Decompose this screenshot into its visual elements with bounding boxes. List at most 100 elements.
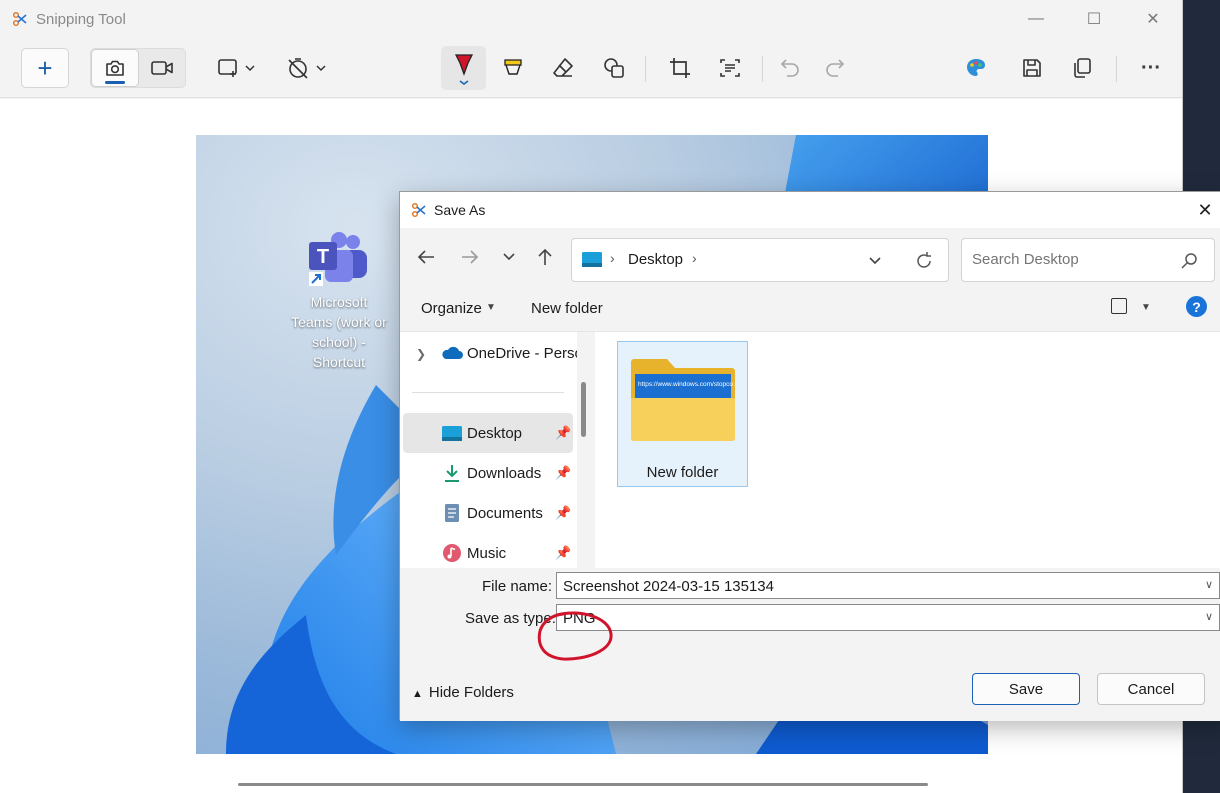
address-location[interactable]: Desktop <box>628 251 683 268</box>
paint-icon <box>967 59 985 76</box>
shapes-button[interactable] <box>594 48 634 88</box>
desktop-folder-icon <box>582 252 602 267</box>
desktop-shortcut-label[interactable]: Microsoft Teams (work or school) - Short… <box>289 292 389 372</box>
capture-mode-toggle <box>90 48 186 88</box>
screenshot-mode-button[interactable] <box>91 49 139 87</box>
help-button[interactable]: ? <box>1186 296 1207 317</box>
copy-icon <box>1074 58 1091 78</box>
ballpoint-pen-icon <box>454 54 473 85</box>
snip-shape-icon <box>218 59 255 77</box>
undo-button[interactable] <box>770 48 810 88</box>
search-input[interactable] <box>972 251 1172 268</box>
highlighter-icon <box>504 59 522 75</box>
chevron-up-icon: ▲ <box>412 688 423 700</box>
file-list: https://www.windows.com/stopco New folde… <box>595 332 1220 568</box>
dialog-footer: ▲ Hide Folders Save Cancel <box>400 648 1220 721</box>
more-options-button[interactable]: ··· <box>1130 48 1172 88</box>
new-folder-button[interactable]: New folder <box>531 300 603 317</box>
dialog-close-button[interactable]: ✕ <box>1190 196 1220 224</box>
desktop-folder-icon <box>441 422 463 444</box>
nav-item-music[interactable]: Music 📌 <box>403 533 573 568</box>
crop-button[interactable] <box>660 48 700 88</box>
dialog-title: Save As <box>434 202 486 218</box>
save-type-value[interactable]: PNG <box>563 610 596 627</box>
nav-item-documents[interactable]: Documents 📌 <box>403 493 573 533</box>
folder-icon: https://www.windows.com/stopco <box>631 359 735 441</box>
scrollbar-thumb[interactable] <box>581 382 586 437</box>
shapes-icon <box>604 58 624 78</box>
nav-item-label: Documents <box>467 504 543 522</box>
chevron-down-icon[interactable]: ∨ <box>1205 578 1213 591</box>
recent-locations-button[interactable] <box>494 242 524 272</box>
search-box[interactable] <box>961 238 1215 282</box>
crop-icon <box>670 58 690 78</box>
nav-item-desktop[interactable]: Desktop 📌 <box>403 413 573 453</box>
app-title: Snipping Tool <box>36 11 126 28</box>
svg-text:T: T <box>317 246 329 268</box>
file-name-value[interactable]: Screenshot 2024-03-15 135134 <box>563 578 774 595</box>
nav-pane-scrollbar[interactable] <box>577 332 595 568</box>
chevron-down-icon[interactable]: ∨ <box>1205 610 1213 623</box>
chevron-right-icon: › <box>610 250 615 266</box>
save-button[interactable] <box>1011 48 1053 88</box>
snipping-tool-icon <box>411 202 426 218</box>
maximize-button[interactable]: ☐ <box>1071 5 1117 33</box>
nav-item-label: Downloads <box>467 464 542 482</box>
caret-down-icon: ▼ <box>486 302 496 313</box>
nav-item-label: Desktop <box>467 424 523 442</box>
organize-menu[interactable]: Organize <box>421 300 482 317</box>
video-icon <box>151 61 173 75</box>
downloads-icon <box>441 462 463 484</box>
minimize-button[interactable]: — <box>1013 5 1059 33</box>
redo-button[interactable] <box>815 48 855 88</box>
arrow-right-icon <box>462 250 479 264</box>
highlighter-button[interactable] <box>493 48 533 88</box>
dialog-save-button[interactable]: Save <box>972 673 1080 705</box>
caret-down-icon[interactable]: ▼ <box>1141 302 1151 313</box>
camera-icon <box>106 60 124 76</box>
snip-shape-dropdown[interactable] <box>210 48 260 88</box>
delay-dropdown[interactable] <box>280 48 330 88</box>
file-name-label: File name: <box>482 578 553 595</box>
eraser-icon <box>553 58 573 77</box>
edit-in-paint-button[interactable] <box>955 48 997 88</box>
hide-folders-label: Hide Folders <box>428 684 514 701</box>
pin-icon: 📌 <box>555 425 572 440</box>
ballpoint-pen-button[interactable] <box>441 46 486 90</box>
dialog-cancel-button[interactable]: Cancel <box>1097 673 1205 705</box>
documents-icon <box>441 502 463 524</box>
back-button[interactable] <box>411 242 441 272</box>
navigation-bar: › Desktop › <box>400 228 1220 284</box>
close-button[interactable]: ✕ <box>1130 5 1176 33</box>
horizontal-scrollbar[interactable] <box>238 783 928 786</box>
video-mode-button[interactable] <box>139 49 185 87</box>
hide-folders-button[interactable]: ▲ Hide Folders <box>412 684 514 701</box>
folder-item[interactable]: https://www.windows.com/stopco New folde… <box>617 341 748 487</box>
nav-item-onedrive[interactable]: OneDrive - Personal <box>403 333 595 373</box>
address-bar[interactable]: › Desktop › <box>571 238 949 282</box>
up-button[interactable] <box>530 242 560 272</box>
nav-item-label: OneDrive - Personal <box>467 344 595 362</box>
teams-icon: T <box>309 232 367 286</box>
eraser-button[interactable] <box>543 48 583 88</box>
save-fields: File name: Screenshot 2024-03-15 135134 … <box>400 568 1220 648</box>
chevron-right-icon[interactable]: › <box>692 250 697 266</box>
view-icon[interactable] <box>1111 298 1127 314</box>
refresh-icon[interactable] <box>914 251 934 271</box>
save-icon <box>1023 59 1041 77</box>
chevron-down-icon[interactable] <box>868 254 882 268</box>
command-bar: Organize ▼ New folder ▼ ? <box>400 284 1220 332</box>
forward-button[interactable] <box>455 242 485 272</box>
title-bar: Snipping Tool — ☐ ✕ <box>0 0 1182 40</box>
file-name-field[interactable]: Screenshot 2024-03-15 135134 ∨ <box>556 572 1220 599</box>
no-delay-timer-icon <box>288 58 326 79</box>
save-type-select[interactable]: PNG ∨ <box>556 604 1220 631</box>
dialog-title-bar: Save As ✕ <box>400 192 1220 228</box>
nav-item-downloads[interactable]: Downloads 📌 <box>403 453 573 493</box>
text-actions-button[interactable] <box>710 48 750 88</box>
new-snip-button[interactable]: + <box>21 48 69 88</box>
text-actions-icon <box>720 59 740 77</box>
music-icon <box>441 542 463 564</box>
save-as-dialog: Save As ✕ › Desktop › Search Desktop Org… <box>399 191 1220 721</box>
copy-button[interactable] <box>1061 48 1103 88</box>
